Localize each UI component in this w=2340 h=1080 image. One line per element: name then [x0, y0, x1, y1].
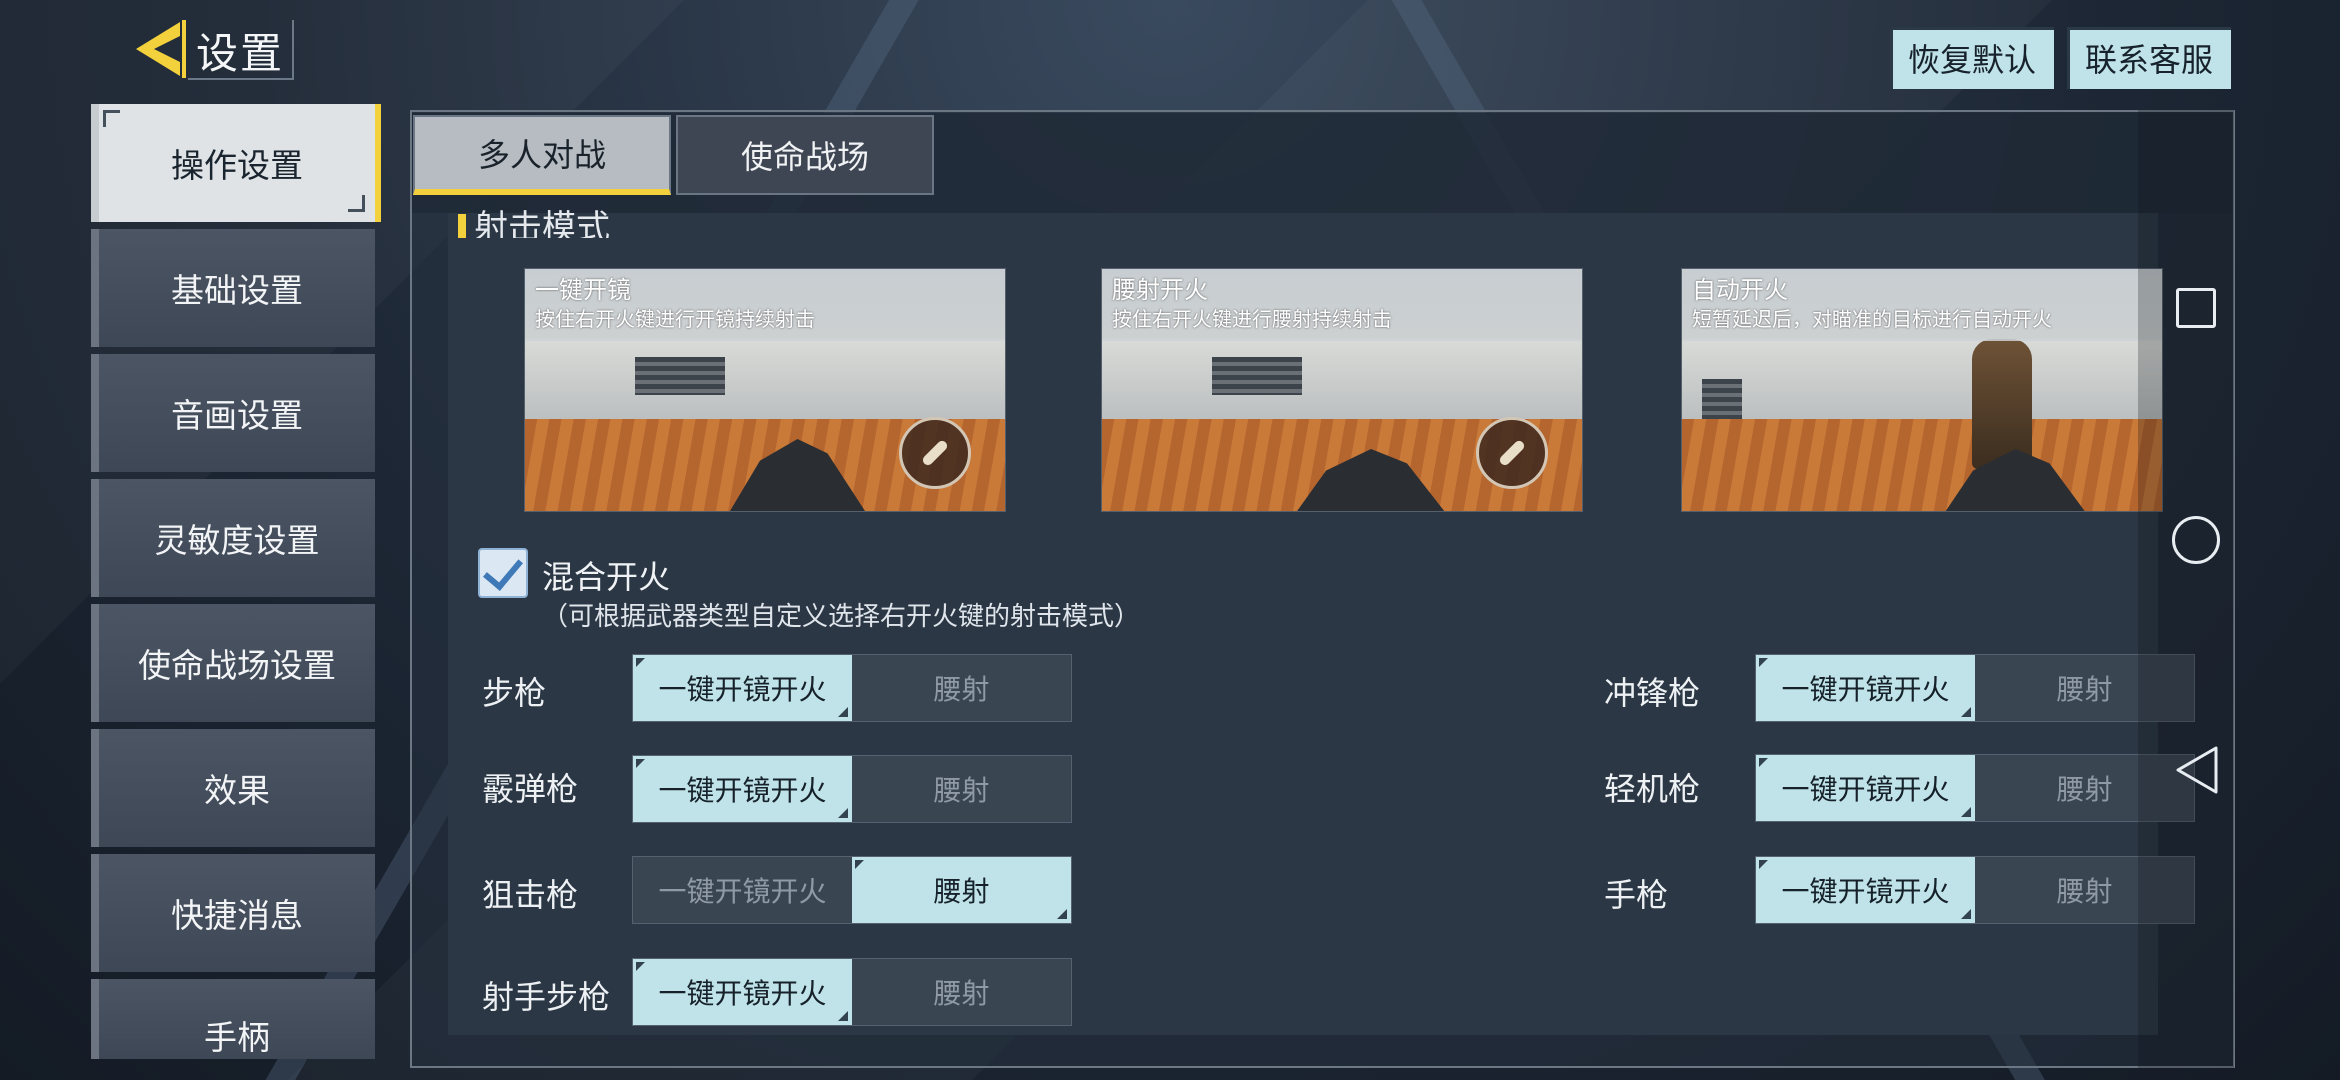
option-ads[interactable]: 一键开镜开火: [1756, 857, 1975, 923]
weapon-label-marksman: 射手步枪: [482, 978, 611, 1016]
option-ads[interactable]: 一键开镜开火: [1756, 755, 1975, 821]
weapon-label-shotgun: 霰弹枪: [482, 770, 579, 808]
option-hip[interactable]: 腰射: [852, 959, 1071, 1025]
fire-button-icon: [1476, 417, 1548, 489]
option-ads[interactable]: 一键开镜开火: [633, 857, 852, 923]
option-hip[interactable]: 腰射: [852, 655, 1071, 721]
fire-mode-toggle-rifle[interactable]: 一键开镜开火 腰射: [632, 654, 1072, 722]
mode-desc: 按住右开火键进行腰射持续射击: [1112, 307, 1392, 331]
sidebar-item-effects[interactable]: 效果: [91, 729, 375, 847]
restore-default-button[interactable]: 恢复默认: [1890, 27, 2054, 89]
option-ads[interactable]: 一键开镜开火: [633, 756, 852, 822]
triangle-back-icon[interactable]: [2174, 744, 2220, 800]
weapon-label-rifle: 步枪: [482, 674, 547, 712]
sidebar-item-battle-royale[interactable]: 使命战场设置: [91, 604, 375, 722]
fire-mode-toggle-smg[interactable]: 一键开镜开火 腰射: [1755, 654, 2195, 722]
sidebar-item-basic[interactable]: 基础设置: [91, 229, 375, 347]
mode-desc: 按住右开火键进行开镜持续射击: [535, 307, 815, 331]
enemy-figure: [1972, 339, 2032, 469]
fire-mode-toggle-shotgun[interactable]: 一键开镜开火 腰射: [632, 755, 1072, 823]
system-nav-bar: [2138, 110, 2234, 1068]
mode-title: 自动开火: [1692, 276, 1788, 304]
circle-icon[interactable]: [2172, 516, 2220, 564]
square-icon[interactable]: [2176, 288, 2216, 328]
back-arrow-icon[interactable]: [130, 18, 188, 80]
sidebar-item-quick-messages[interactable]: 快捷消息: [91, 854, 375, 972]
fire-mode-toggle-lmg[interactable]: 一键开镜开火 腰射: [1755, 754, 2195, 822]
mixed-fire-label: 混合开火: [542, 558, 671, 596]
option-ads[interactable]: 一键开镜开火: [633, 655, 852, 721]
fire-mode-toggle-marksman[interactable]: 一键开镜开火 腰射: [632, 958, 1072, 1026]
mode-card-auto[interactable]: 自动开火 短暂延迟后，对瞄准的目标进行自动开火: [1681, 268, 2163, 512]
fire-mode-toggle-sniper[interactable]: 一键开镜开火 腰射: [632, 856, 1072, 924]
page-title: 设置: [196, 29, 285, 78]
mixed-fire-checkbox[interactable]: [478, 548, 528, 598]
sidebar-item-sensitivity[interactable]: 灵敏度设置: [91, 479, 375, 597]
option-hip[interactable]: 腰射: [852, 756, 1071, 822]
weapon-label-lmg: 轻机枪: [1604, 770, 1701, 808]
sidebar-item-controller[interactable]: 手柄: [91, 979, 375, 1059]
section-title: 射击模式: [474, 208, 610, 238]
sidebar-item-controls[interactable]: 操作设置: [91, 104, 375, 222]
weapon-label-pistol: 手枪: [1604, 876, 1669, 914]
mode-card-ads[interactable]: 一键开镜 按住右开火键进行开镜持续射击: [524, 268, 1006, 512]
tab-battle-royale[interactable]: 使命战场: [676, 115, 934, 195]
mode-card-hip[interactable]: 腰射开火 按住右开火键进行腰射持续射击: [1101, 268, 1583, 512]
mode-desc: 短暂延迟后，对瞄准的目标进行自动开火: [1692, 307, 2052, 331]
option-hip[interactable]: 腰射: [852, 857, 1071, 923]
section-marker: [458, 214, 466, 238]
tab-multiplayer[interactable]: 多人对战: [413, 115, 671, 195]
option-ads[interactable]: 一键开镜开火: [1756, 655, 1975, 721]
fire-button-icon: [899, 417, 971, 489]
contact-support-button[interactable]: 联系客服: [2067, 27, 2231, 89]
sidebar-item-audio-video[interactable]: 音画设置: [91, 354, 375, 472]
mixed-fire-desc: （可根据武器类型自定义选择右开火键的射击模式）: [542, 602, 1141, 632]
option-ads[interactable]: 一键开镜开火: [633, 959, 852, 1025]
mode-title: 一键开镜: [535, 276, 631, 304]
weapon-label-sniper: 狙击枪: [482, 876, 579, 914]
fire-mode-toggle-pistol[interactable]: 一键开镜开火 腰射: [1755, 856, 2195, 924]
weapon-label-smg: 冲锋枪: [1604, 674, 1701, 712]
mode-title: 腰射开火: [1112, 276, 1208, 304]
